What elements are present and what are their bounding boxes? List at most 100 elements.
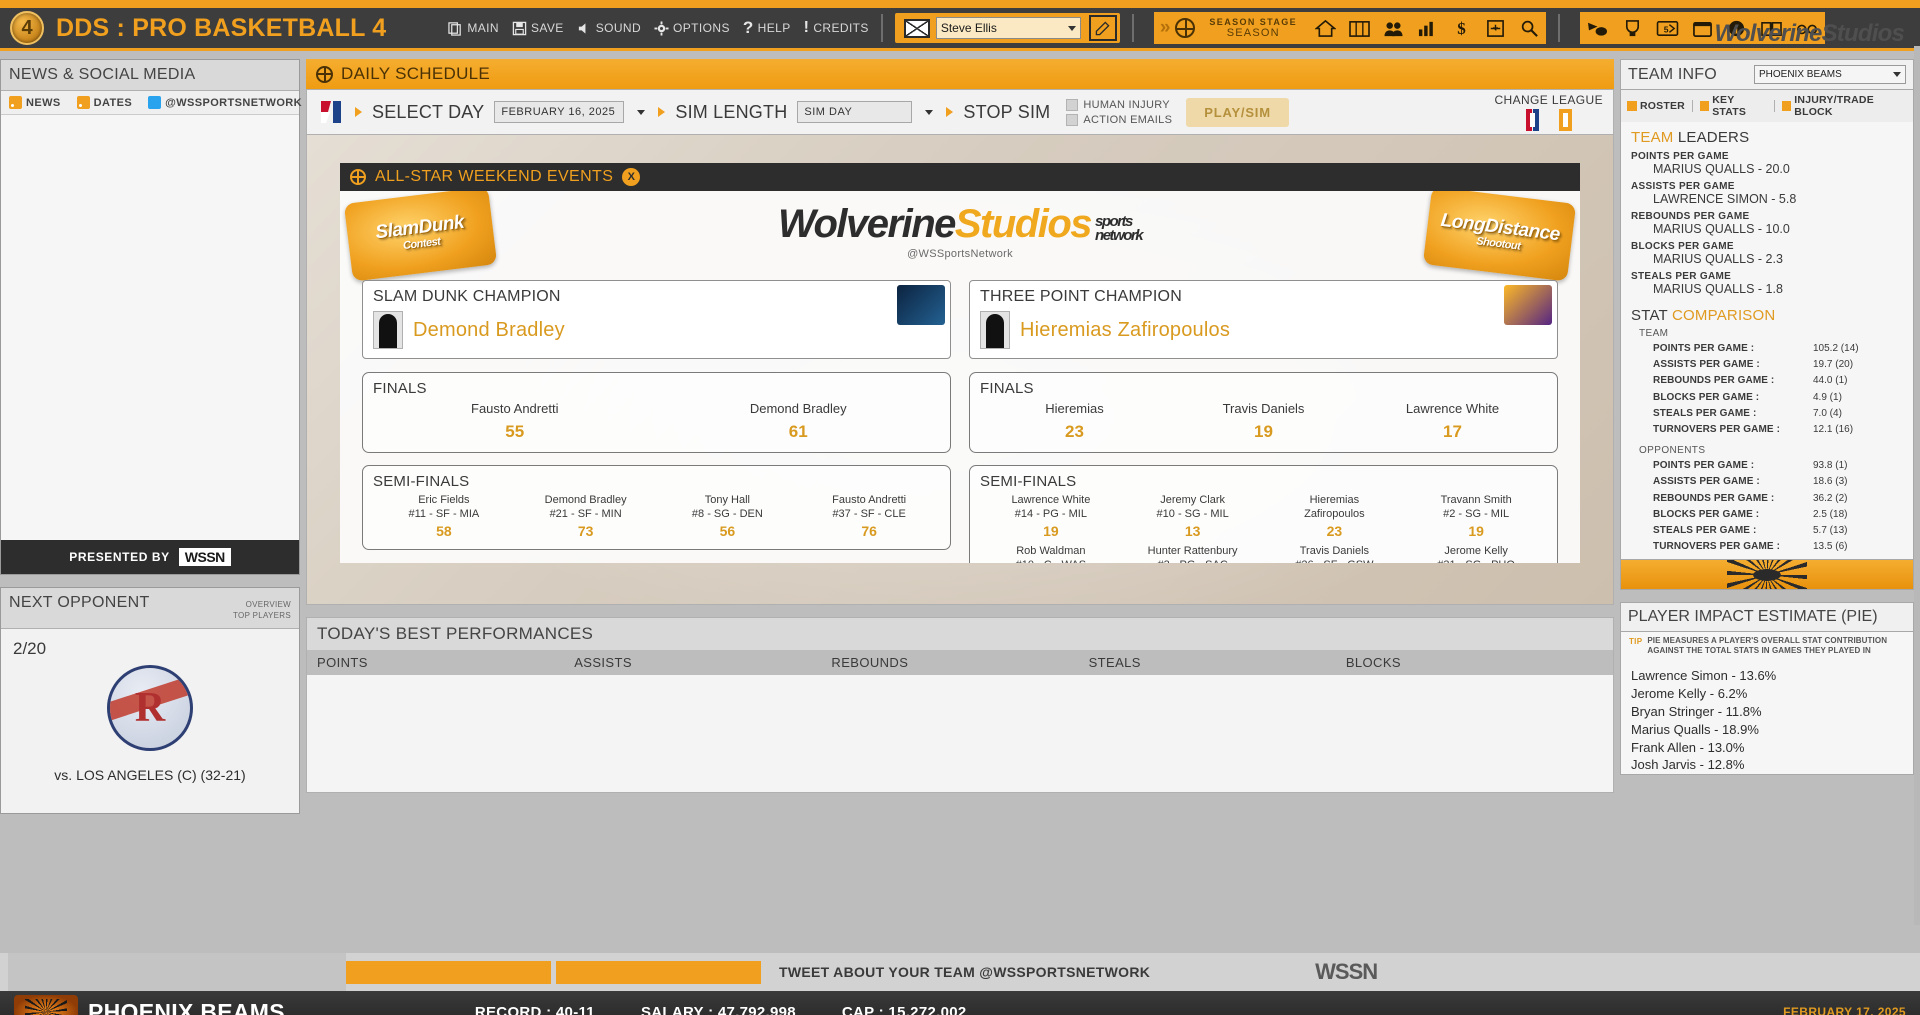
player-name: Demond Bradley [515, 494, 657, 508]
envelope-icon[interactable] [904, 19, 930, 38]
link-overview[interactable]: OVERVIEW [233, 600, 291, 611]
finances-icon[interactable]: $ [1451, 19, 1472, 38]
tab-key-stats[interactable]: KEY STATS [1700, 94, 1767, 118]
status-team-name: PHOENIX BEAMS [88, 999, 285, 1015]
news-tab-dates[interactable]: DATES [77, 96, 132, 109]
finals-entry: Hieremias 23 [980, 401, 1169, 442]
schedule-control-bar: SELECT DAY FEBRUARY 16, 2025 SIM LENGTH … [306, 89, 1614, 135]
player-info: #8 - SG - DEN [657, 508, 799, 520]
pie-list-item[interactable]: Bryan Stringer - 11.8% [1631, 703, 1903, 721]
stat-row: STEALS PER GAME :5.7 (13) [1653, 523, 1903, 539]
opponent-logo-letter: R [135, 684, 165, 732]
menu-label-credits: CREDITS [813, 21, 868, 35]
tab-roster[interactable]: ROSTER [1627, 100, 1685, 112]
speaker-icon [577, 21, 592, 36]
app-root: 4 DDS : PRO BASKETBALL 4 MAIN SAVE SOUND… [0, 0, 1920, 1015]
svg-text:$: $ [1457, 19, 1466, 38]
tab-injury-trade-block[interactable]: INJURY/TRADE BLOCK [1782, 94, 1907, 118]
manager-select[interactable]: Steve Ellis [936, 17, 1081, 39]
menu-item-save[interactable]: SAVE [512, 21, 564, 36]
standings-icon[interactable] [1349, 19, 1370, 38]
main-menu: MAIN SAVE SOUND OPTIONS ? HELP ! CREDITS [448, 18, 868, 38]
semifinals-cells: Eric Fields #11 - SF - MIA 58 Demond Bra… [373, 494, 940, 539]
search-icon[interactable] [1519, 19, 1540, 38]
finals-entry: Travis Daniels 19 [1169, 401, 1358, 442]
pie-list-item[interactable]: Lawrence Simon - 13.6% [1631, 667, 1903, 685]
pages-icon [448, 21, 463, 36]
chevron-down-icon[interactable] [634, 110, 648, 115]
slam-dunk-contest-badge: SlamDunkContest [344, 191, 497, 282]
player-score: 19 [980, 523, 1122, 539]
pie-list-item[interactable]: Josh Jarvis - 12.8% [1631, 756, 1903, 774]
menu-item-help[interactable]: ? HELP [743, 18, 791, 38]
toolbar-divider-3 [1558, 14, 1560, 42]
league-icon-nba[interactable] [1526, 109, 1539, 131]
brand-part-2: Studios [955, 202, 1091, 246]
news-tab-wssportsnetwork[interactable]: @WSSPORTSNETWORK [148, 96, 302, 109]
league-icon-alt[interactable] [1559, 109, 1572, 131]
play-sim-button[interactable]: PLAY/SIM [1186, 98, 1289, 127]
calendar-icon[interactable] [1692, 19, 1713, 38]
basketball-icon [350, 169, 366, 185]
status-date: FEBRUARY 17, 2025 [1783, 1005, 1906, 1015]
stat-value: 36.2 (2) [1813, 491, 1847, 507]
column-points: POINTS [317, 655, 574, 670]
chevron-down-icon[interactable] [922, 110, 936, 115]
pie-list-item[interactable]: Jerome Kelly - 6.2% [1631, 685, 1903, 703]
column-rebounds: REBOUNDS [831, 655, 1088, 670]
trophy-icon[interactable] [1622, 19, 1643, 38]
sim-length-label: SIM LENGTH [675, 102, 787, 123]
team-leaders-title: TEAM LEADERS [1631, 129, 1903, 146]
allstar-stage-area: ALL-STAR WEEKEND EVENTS X SlamDunkContes… [306, 135, 1614, 605]
draft-icon[interactable] [1586, 19, 1609, 38]
top-accent-strip [0, 0, 1920, 8]
playbook-icon[interactable]: 5 [1656, 19, 1679, 38]
fast-forward-icon[interactable]: » [1160, 17, 1168, 39]
next-opponent-panel: NEXT OPPONENT OVERVIEW TOP PLAYERS 2/20 … [0, 587, 300, 814]
shootout-badge-text: LongDistanceShootout [1438, 211, 1561, 257]
top-menu-bar: 4 DDS : PRO BASKETBALL 4 MAIN SAVE SOUND… [0, 8, 1920, 51]
tweet-progress-bar-a [346, 961, 551, 984]
news-tab-news[interactable]: NEWS [9, 96, 61, 109]
tweet-bar-text[interactable]: TWEET ABOUT YOUR TEAM @WSSPORTSNETWORK [779, 964, 1150, 980]
stat-row: STEALS PER GAME :7.0 (4) [1653, 406, 1903, 422]
stats-chart-icon[interactable] [1417, 19, 1438, 38]
question-mark-icon: ? [743, 18, 754, 38]
manager-name: Steve Ellis [941, 21, 997, 35]
stat-row: ASSISTS PER GAME :19.7 (20) [1653, 357, 1903, 373]
sim-length-dropdown[interactable]: SIM DAY [797, 101, 912, 123]
news-tabs: NEWS DATES @WSSPORTSNETWORK [1, 91, 299, 115]
three-point-champion-name: Hieremias Zafiropoulos [1020, 319, 1230, 342]
player-score: 23 [1264, 523, 1406, 539]
player-score: 23 [980, 422, 1169, 442]
checkbox-icon [1066, 99, 1078, 111]
menu-item-credits[interactable]: ! CREDITS [804, 19, 869, 37]
pie-list-item[interactable]: Marius Qualls - 18.9% [1631, 721, 1903, 739]
menu-item-main[interactable]: MAIN [448, 21, 499, 36]
team-select-dropdown[interactable]: PHOENIX BEAMS [1754, 65, 1906, 84]
menu-item-options[interactable]: OPTIONS [654, 21, 730, 36]
leader-value-points: MARIUS QUALLS - 20.0 [1653, 162, 1903, 176]
select-day-dropdown[interactable]: FEBRUARY 16, 2025 [494, 101, 624, 123]
next-opponent-date: 2/20 [13, 639, 287, 659]
link-top-players[interactable]: TOP PLAYERS [233, 611, 291, 622]
inbox-icon[interactable] [1485, 19, 1506, 38]
slam-dunk-champion-name: Demond Bradley [413, 319, 565, 342]
semifinal-entry: Rob Waldman #10 - C - WAS 12 [980, 545, 1122, 563]
pie-list-item[interactable]: Frank Allen - 13.0% [1631, 739, 1903, 757]
gear-icon [654, 21, 669, 36]
stat-key: TURNOVERS PER GAME : [1653, 422, 1813, 438]
close-icon[interactable]: X [622, 168, 640, 186]
semifinals-label: SEMI-FINALS [373, 473, 940, 490]
menu-item-sound[interactable]: SOUND [577, 21, 641, 36]
news-feed-body[interactable] [1, 115, 299, 540]
people-icon[interactable] [1383, 19, 1404, 38]
stat-row: POINTS PER GAME :105.2 (14) [1653, 341, 1903, 357]
stat-key: STEALS PER GAME : [1653, 406, 1813, 422]
semifinal-entry: Travis Daniels #26 - SF - GSW 23 [1264, 545, 1406, 563]
player-info: #11 - SF - MIA [373, 508, 515, 520]
checkbox-action-emails[interactable]: ACTION EMAILS [1066, 114, 1172, 126]
home-icon[interactable] [1315, 19, 1336, 38]
checkbox-human-injury[interactable]: HUMAN INJURY [1066, 99, 1172, 111]
edit-manager-button[interactable] [1089, 15, 1117, 41]
